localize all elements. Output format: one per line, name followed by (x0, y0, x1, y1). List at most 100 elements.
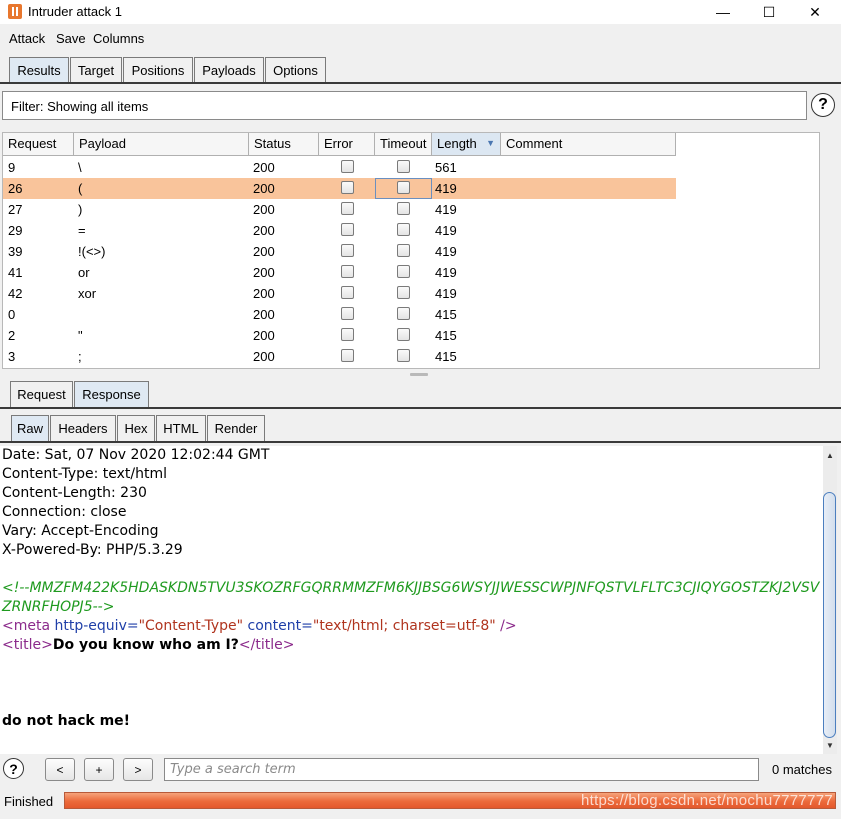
cell-length: 419 (435, 286, 457, 301)
table-row[interactable]: 0 200 415 (3, 304, 676, 325)
cell-status: 200 (253, 328, 275, 343)
table-row[interactable]: 9 \ 200 561 (3, 157, 676, 178)
tab-html[interactable]: HTML (156, 415, 206, 441)
cell-request: 2 (8, 328, 16, 343)
table-row[interactable]: 41 or 200 419 (3, 262, 676, 283)
column-header-length[interactable]: Length ▼ (432, 133, 501, 156)
timeout-checkbox[interactable] (397, 223, 410, 236)
next-match-button[interactable]: > (123, 758, 153, 781)
search-input[interactable] (164, 758, 759, 781)
tab-target[interactable]: Target (70, 57, 122, 83)
cell-length: 419 (435, 181, 457, 196)
timeout-checkbox[interactable] (397, 286, 410, 299)
cell-status: 200 (253, 307, 275, 322)
table-row[interactable]: 27) 200 419 (3, 199, 676, 220)
cell-status: 200 (253, 349, 275, 364)
table-row[interactable]: 26 (200 419 (3, 178, 676, 199)
filter-bar[interactable]: Filter: Showing all items (2, 91, 807, 120)
tab-options[interactable]: Options (265, 57, 326, 83)
cell-payload: or (78, 265, 90, 280)
cell-status: 200 (253, 223, 275, 238)
cell-payload: ( (78, 181, 83, 196)
title-bar: Intruder attack 1 — ☐ ✕ (0, 0, 841, 24)
timeout-checkbox[interactable] (397, 244, 410, 257)
column-header-comment[interactable]: Comment (501, 133, 676, 156)
response-raw-view[interactable]: Date: Sat, 07 Nov 2020 12:02:44 GMT Cont… (0, 446, 823, 754)
cell-payload: !(<>) (78, 244, 106, 259)
search-help-icon[interactable]: ? (3, 758, 24, 779)
timeout-checkbox[interactable] (397, 349, 410, 362)
table-row[interactable]: 3; 200 415 (3, 346, 676, 367)
error-checkbox[interactable] (341, 349, 354, 362)
cell-payload: xor (78, 286, 97, 301)
meta-value-charset: "text/html; charset=utf-8" (312, 618, 496, 634)
error-checkbox[interactable] (341, 307, 354, 320)
timeout-checkbox[interactable] (397, 307, 410, 320)
column-header-length-label: Length (437, 136, 477, 151)
error-checkbox[interactable] (341, 223, 354, 236)
menu-attack[interactable]: Attack (9, 31, 45, 46)
add-search-button[interactable]: + (84, 758, 114, 781)
error-checkbox[interactable] (341, 328, 354, 341)
response-scroll-down-icon[interactable]: ▼ (823, 738, 837, 752)
tab-render[interactable]: Render (207, 415, 265, 441)
error-checkbox[interactable] (341, 160, 354, 173)
column-header-payload[interactable]: Payload (74, 133, 249, 156)
column-header-timeout[interactable]: Timeout (375, 133, 432, 156)
error-checkbox[interactable] (341, 244, 354, 257)
help-icon[interactable]: ? (811, 93, 835, 117)
cell-request: 9 (8, 160, 16, 175)
title-tag-close: </title> (238, 637, 295, 653)
cell-status: 200 (253, 244, 275, 259)
table-row[interactable]: 29 = 200 419 (3, 220, 676, 241)
tab-payloads[interactable]: Payloads (194, 57, 264, 83)
meta-tag-close: /> (500, 618, 517, 634)
previous-match-button[interactable]: < (45, 758, 75, 781)
tab-raw[interactable]: Raw (11, 415, 49, 441)
filter-text: Filter: Showing all items (11, 99, 149, 114)
cell-request: 3 (8, 349, 16, 364)
tab-request[interactable]: Request (10, 381, 73, 407)
cell-request: 41 (8, 265, 23, 280)
response-scroll-up-icon[interactable]: ▲ (823, 448, 837, 462)
timeout-checkbox[interactable] (397, 160, 410, 173)
menu-save[interactable]: Save (56, 31, 86, 46)
timeout-checkbox[interactable] (397, 265, 410, 278)
timeout-checkbox[interactable] (397, 202, 410, 215)
menu-columns[interactable]: Columns (93, 31, 144, 46)
column-header-status[interactable]: Status (249, 133, 319, 156)
error-checkbox[interactable] (341, 286, 354, 299)
maximize-icon[interactable]: ☐ (746, 0, 792, 24)
tab-results[interactable]: Results (9, 57, 69, 83)
response-scroll-thumb[interactable] (823, 492, 836, 738)
response-scrollbar[interactable]: ▲ ▼ (823, 446, 837, 754)
minimize-icon[interactable]: — (700, 0, 746, 24)
column-header-request[interactable]: Request (3, 133, 74, 156)
tab-headers[interactable]: Headers (50, 415, 116, 441)
timeout-checkbox[interactable] (397, 328, 410, 341)
watermark-text: https://blog.csdn.net/mochu7777777 (580, 792, 833, 809)
header-line-connection: Connection: close (2, 504, 127, 520)
tab-positions[interactable]: Positions (123, 57, 193, 83)
cell-request: 26 (8, 181, 23, 196)
table-row[interactable]: 42 xor 200 419 (3, 283, 676, 304)
error-checkbox[interactable] (341, 181, 354, 194)
tab-response[interactable]: Response (74, 381, 149, 407)
tab-hex[interactable]: Hex (117, 415, 155, 441)
meta-attr-http-equiv: http-equiv= (54, 618, 139, 634)
split-pane-handle[interactable] (410, 373, 428, 376)
table-row[interactable]: 39 !(<>) 200 419 (3, 241, 676, 262)
match-count: 0 matches (772, 762, 832, 777)
cell-length: 415 (435, 307, 457, 322)
cell-request: 29 (8, 223, 23, 238)
cell-payload: = (78, 223, 86, 238)
cell-payload: ; (78, 349, 82, 364)
column-header-error[interactable]: Error (319, 133, 375, 156)
cell-length: 419 (435, 223, 457, 238)
error-checkbox[interactable] (341, 265, 354, 278)
html-meta-line: <meta http-equiv="Content-Type" content=… (2, 618, 517, 634)
error-checkbox[interactable] (341, 202, 354, 215)
close-icon[interactable]: ✕ (792, 0, 838, 24)
meta-value-content-type: "Content-Type" (138, 618, 244, 634)
table-row[interactable]: 2 " 200 415 (3, 325, 676, 346)
